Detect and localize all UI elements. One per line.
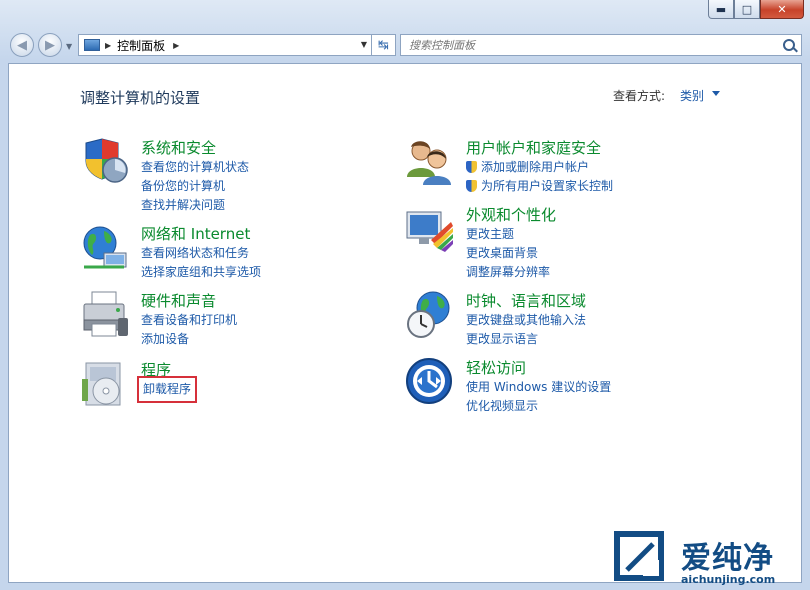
- navigation-bar: ◀ ▶ ▼ ▶ 控制面板 ▶ ▼ ↹: [8, 32, 802, 60]
- network-globe-icon: [83, 226, 127, 269]
- maximize-button[interactable]: □: [734, 0, 760, 19]
- breadcrumb-chevron-icon[interactable]: ▶: [173, 41, 179, 50]
- refresh-button[interactable]: ↹: [372, 34, 396, 56]
- link-windows-recommended-settings[interactable]: 使用 Windows 建议的设置: [466, 378, 611, 397]
- chevron-down-icon[interactable]: [712, 91, 720, 96]
- link-change-theme[interactable]: 更改主题: [466, 225, 550, 244]
- link-change-keyboard[interactable]: 更改键盘或其他输入法: [466, 311, 586, 330]
- link-homegroup-sharing[interactable]: 选择家庭组和共享选项: [141, 263, 261, 282]
- category-title[interactable]: 程序: [141, 359, 171, 380]
- control-panel-icon: [84, 39, 100, 51]
- link-backup-computer[interactable]: 备份您的计算机: [141, 177, 249, 196]
- link-add-device[interactable]: 添加设备: [141, 330, 237, 349]
- link-change-display-language[interactable]: 更改显示语言: [466, 330, 586, 349]
- link-add-remove-accounts[interactable]: 添加或删除用户帐户: [466, 158, 613, 177]
- control-panel-window: ▬ □ ✕ ◀ ▶ ▼ ▶ 控制面板 ▶ ▼ ↹ 调整计算机的设置 查看方式: …: [0, 0, 810, 590]
- view-by-label: 查看方式:: [613, 89, 666, 103]
- link-parental-controls[interactable]: 为所有用户设置家长控制: [466, 177, 613, 196]
- forward-button[interactable]: ▶: [38, 33, 62, 57]
- close-button[interactable]: ✕: [760, 0, 804, 19]
- search-icon[interactable]: [783, 39, 795, 51]
- minimize-button[interactable]: ▬: [708, 0, 734, 19]
- category-title[interactable]: 硬件和声音: [141, 290, 216, 311]
- printer-icon: [83, 291, 128, 337]
- forward-arrow-icon: ▶: [45, 37, 55, 53]
- category-title[interactable]: 系统和安全: [141, 137, 216, 158]
- watermark-url: aichunjing.com: [681, 573, 776, 586]
- programs-disc-icon: [82, 362, 121, 406]
- back-button[interactable]: ◀: [10, 33, 34, 57]
- ease-of-access-icon: [406, 358, 452, 404]
- search-input[interactable]: [409, 37, 769, 53]
- link-view-network-status[interactable]: 查看网络状态和任务: [141, 244, 261, 263]
- link-find-fix-problems[interactable]: 查找并解决问题: [141, 196, 249, 215]
- watermark: 爱纯净 aichunjing.com: [601, 520, 810, 590]
- link-change-background[interactable]: 更改桌面背景: [466, 244, 550, 263]
- caption-buttons: ▬ □ ✕: [708, 0, 804, 19]
- category-title[interactable]: 轻松访问: [466, 357, 526, 378]
- uac-shield-icon: [466, 180, 477, 192]
- refresh-icon: ↹: [378, 37, 389, 53]
- watermark-name: 爱纯净: [681, 541, 774, 576]
- shield-computer-icon: [85, 138, 128, 183]
- breadcrumb-chevron-icon[interactable]: ▶: [105, 41, 111, 50]
- link-screen-resolution[interactable]: 调整屏幕分辨率: [466, 263, 550, 282]
- uac-shield-icon: [466, 161, 477, 173]
- category-title[interactable]: 外观和个性化: [466, 204, 556, 225]
- watermark-logo: [614, 531, 664, 581]
- link-uninstall-program[interactable]: 卸载程序: [136, 376, 198, 403]
- category-title[interactable]: 网络和 Internet: [141, 223, 250, 244]
- page-title: 调整计算机的设置: [80, 89, 201, 107]
- view-by-dropdown[interactable]: 类别: [680, 87, 704, 104]
- content-pane: 调整计算机的设置 查看方式: 类别 系统和安全 查看您的计算机状态 备份您的计算…: [8, 63, 802, 583]
- link-devices-printers[interactable]: 查看设备和打印机: [141, 311, 237, 330]
- address-dropdown-icon[interactable]: ▼: [361, 40, 367, 49]
- category-title[interactable]: 时钟、语言和区域: [466, 290, 586, 311]
- breadcrumb-control-panel[interactable]: 控制面板: [117, 37, 165, 54]
- back-arrow-icon: ◀: [17, 37, 27, 53]
- search-box[interactable]: [400, 34, 802, 56]
- link-view-computer-status[interactable]: 查看您的计算机状态: [141, 158, 249, 177]
- users-icon: [407, 141, 451, 185]
- link-optimize-video-display[interactable]: 优化视频显示: [466, 397, 611, 416]
- recent-pages-dropdown[interactable]: ▼: [66, 42, 72, 51]
- monitor-paint-icon: [406, 211, 453, 252]
- category-title[interactable]: 用户帐户和家庭安全: [466, 137, 601, 158]
- address-bar[interactable]: ▶ 控制面板 ▶ ▼: [78, 34, 372, 56]
- clock-globe-icon: [407, 291, 450, 338]
